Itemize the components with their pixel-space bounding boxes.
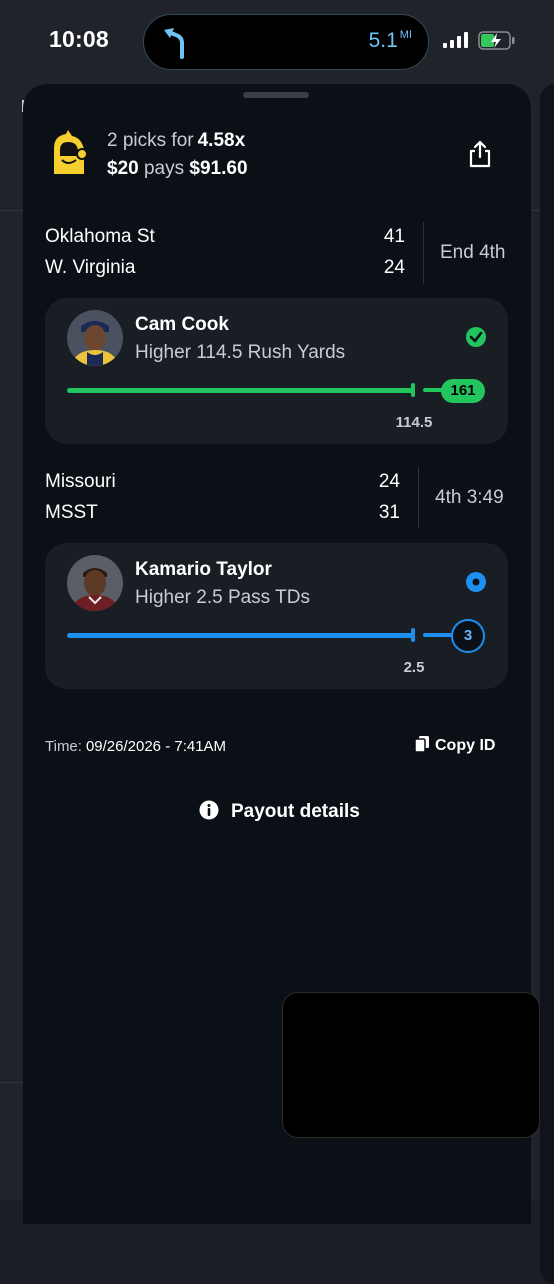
team-name: Oklahoma St — [45, 226, 155, 247]
progress-tail — [423, 388, 443, 392]
pick-card[interactable]: Cam Cook Higher 114.5 Rush Yards 161 114… — [45, 298, 508, 444]
progress-bar — [67, 388, 413, 393]
line-value: 2.5 — [403, 659, 425, 676]
team-score: 24 — [378, 471, 400, 492]
game-scoreboard[interactable]: Missouri MSST 24 31 4th 3:49 — [23, 467, 531, 529]
player-avatar — [67, 310, 123, 366]
pick-card[interactable]: Kamario Taylor Higher 2.5 Pass TDs 3 2.5 — [45, 543, 508, 689]
entry-time: Time: 09/26/2026 - 7:41AM — [45, 738, 227, 755]
info-icon — [199, 800, 219, 820]
scoreboard-divider — [423, 222, 424, 284]
team-score: 41 — [383, 226, 405, 247]
line-value: 114.5 — [395, 414, 433, 431]
live-dot-icon — [466, 572, 486, 592]
picks-summary: 2 picks for 4.58x — [107, 130, 246, 151]
line-marker — [411, 383, 415, 397]
picture-in-picture-window[interactable] — [282, 992, 540, 1138]
line-marker — [411, 628, 415, 642]
team-score: 31 — [378, 502, 400, 523]
player-name: Cam Cook — [135, 314, 229, 335]
navigation-distance: 5.1 MI — [368, 29, 412, 52]
check-circle-icon — [466, 327, 486, 347]
status-bar: 10:08 5.1 MI — [0, 0, 554, 84]
turn-left-arrow-icon — [164, 28, 184, 59]
progress-bar — [67, 633, 413, 638]
scoreboard-divider — [418, 467, 419, 529]
player-name: Kamario Taylor — [135, 559, 272, 580]
game-scoreboard[interactable]: Oklahoma St W. Virginia 41 24 End 4th — [23, 222, 531, 284]
dynamic-island-navigation[interactable]: 5.1 MI — [143, 14, 429, 70]
game-clock: 4th 3:49 — [435, 487, 504, 508]
team-score: 24 — [383, 257, 405, 278]
background-next-card — [540, 84, 554, 1284]
entry-header: 2 picks for 4.58x $20 pays $91.60 — [23, 126, 531, 186]
payout-summary: $20 pays $91.60 — [107, 158, 248, 179]
copy-icon — [415, 736, 429, 752]
team-name: MSST — [45, 502, 98, 523]
cellular-signal-icon — [443, 32, 468, 48]
payout-details-button[interactable]: Payout details — [199, 800, 360, 826]
result-badge: 3 — [451, 619, 485, 653]
pick-line: Higher 114.5 Rush Yards — [135, 342, 346, 363]
sheet-grabber[interactable] — [243, 92, 309, 98]
team-name: Missouri — [45, 471, 116, 492]
pick-line: Higher 2.5 Pass TDs — [135, 587, 310, 608]
team-logo-icon — [54, 130, 88, 174]
player-avatar — [67, 555, 123, 611]
result-badge: 161 — [441, 379, 485, 403]
share-icon[interactable] — [468, 140, 492, 168]
game-clock: End 4th — [440, 242, 506, 263]
team-name: W. Virginia — [45, 257, 136, 278]
clock: 10:08 — [49, 26, 109, 52]
battery-charging-icon — [478, 31, 515, 50]
progress-tail — [423, 633, 453, 637]
copy-id-button[interactable]: Copy ID — [415, 736, 495, 758]
